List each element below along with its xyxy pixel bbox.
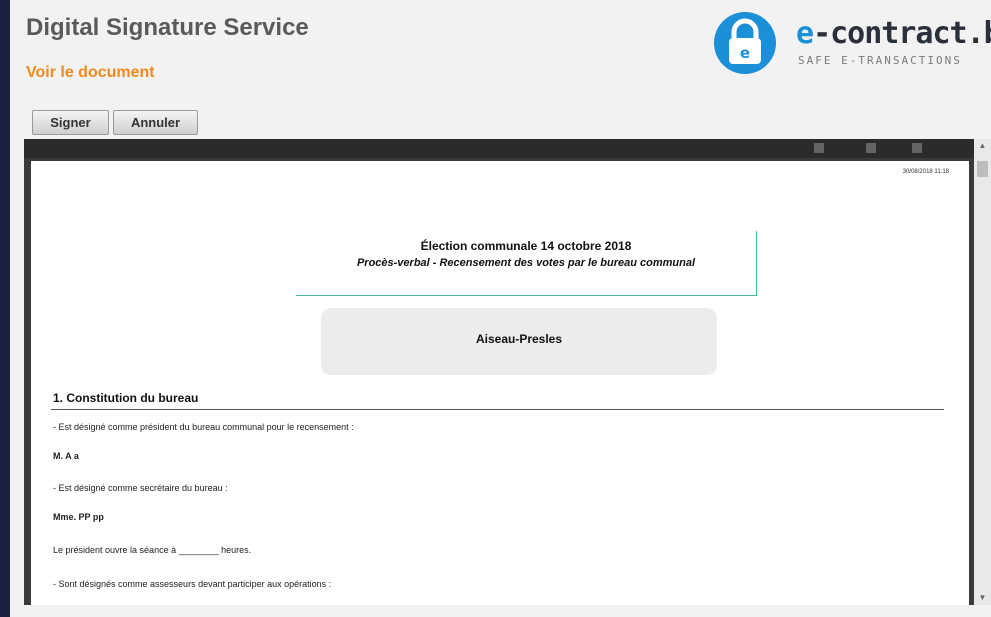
scrollbar-thumb[interactable] bbox=[977, 161, 988, 177]
logo-tagline: SAFE E-TRANSACTIONS bbox=[798, 54, 962, 67]
section-divider bbox=[51, 409, 944, 410]
document-page: 30/08/2018 11:18 Élection communale 14 o… bbox=[31, 161, 969, 605]
document-title: Élection communale 14 octobre 2018 bbox=[420, 239, 632, 253]
viewer-tool-icon[interactable] bbox=[866, 143, 876, 153]
application-window: Digital Signature Service Voir le docume… bbox=[10, 0, 991, 617]
logo-wordmark-prefix: e bbox=[796, 16, 814, 51]
document-line: Mme. PP pp bbox=[53, 512, 104, 522]
scroll-down-icon[interactable]: ▼ bbox=[974, 591, 991, 605]
document-viewer[interactable]: 30/08/2018 11:18 Élection communale 14 o… bbox=[24, 139, 974, 605]
scroll-up-icon[interactable]: ▲ bbox=[974, 139, 991, 153]
commune-name: Aiseau-Presles bbox=[475, 332, 563, 346]
document-subtitle: Procès-verbal - Recensement des votes pa… bbox=[356, 257, 696, 269]
logo-wordmark-name: -contract.be bbox=[813, 16, 991, 51]
vertical-scrollbar[interactable]: ▲ ▼ bbox=[974, 139, 991, 605]
document-title-box: Élection communale 14 octobre 2018 Procè… bbox=[296, 231, 757, 296]
document-line: M. A a bbox=[53, 451, 79, 461]
document-line: - Est désigné comme président du bureau … bbox=[53, 422, 354, 432]
lock-icon: e bbox=[714, 12, 776, 74]
e-contract-logo: e e-contract.be SAFE E-TRANSACTIONS bbox=[714, 12, 991, 78]
document-line: - Est désigné comme secrétaire du bureau… bbox=[53, 483, 228, 493]
viewer-toolbar bbox=[24, 139, 974, 158]
logo-lock-letter: e bbox=[740, 44, 750, 62]
viewer-tool-icon[interactable] bbox=[814, 143, 824, 153]
commune-box: Aiseau-Presles bbox=[321, 308, 717, 375]
sign-button[interactable]: Signer bbox=[32, 110, 109, 135]
document-timestamp: 30/08/2018 11:18 bbox=[902, 169, 949, 175]
document-line: Le président ouvre la séance à ________ … bbox=[53, 545, 252, 555]
viewer-tool-icon[interactable] bbox=[912, 143, 922, 153]
section-title: 1. Constitution du bureau bbox=[53, 391, 199, 405]
logo-wordmark: e-contract.be bbox=[796, 16, 991, 51]
document-line: - Sont désignés comme assesseurs devant … bbox=[53, 579, 332, 589]
app-title: Digital Signature Service bbox=[26, 14, 309, 41]
cancel-button[interactable]: Annuler bbox=[113, 110, 198, 135]
page-subtitle: Voir le document bbox=[26, 64, 155, 81]
